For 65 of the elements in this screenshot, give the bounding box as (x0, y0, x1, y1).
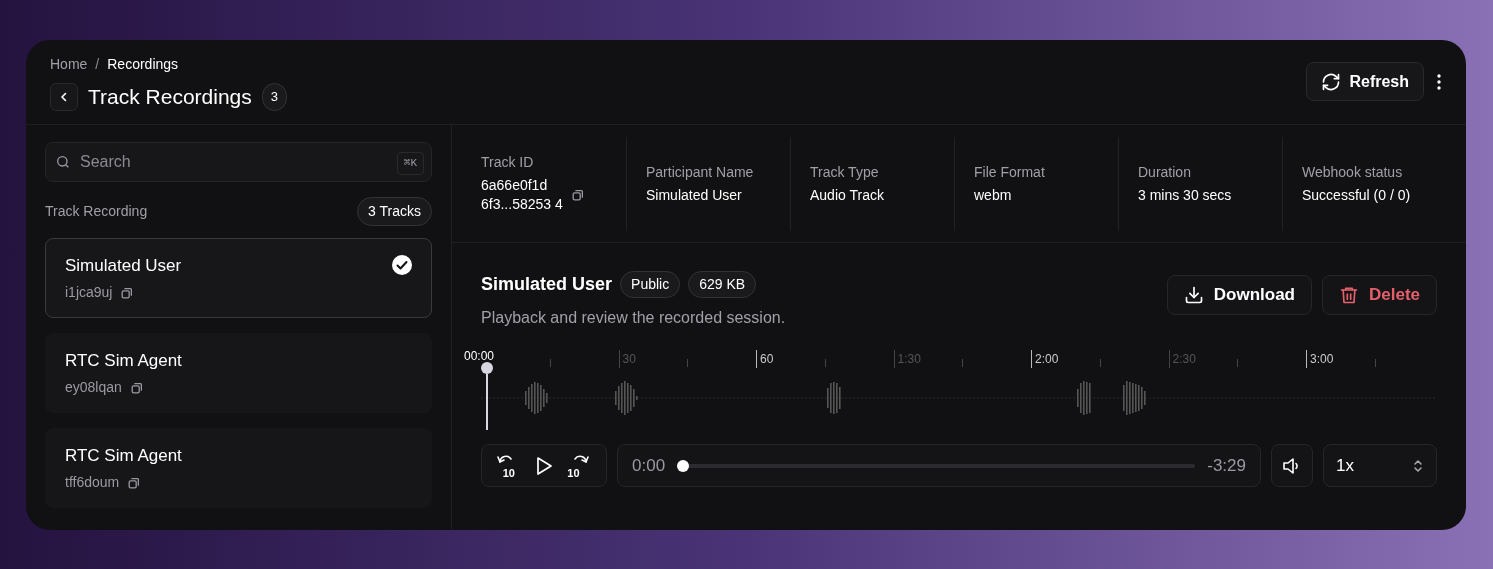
skip-back-button[interactable]: 10 (495, 452, 522, 479)
detail-label: Track ID (481, 153, 535, 172)
check-circle-icon (392, 255, 412, 275)
download-button[interactable]: Download (1166, 275, 1312, 315)
track-id: i1jca9uj (65, 283, 113, 303)
elapsed-time: 0:00 (632, 454, 666, 477)
time-tick-label: 3:00 (1310, 351, 1334, 368)
count-badge: 3 Tracks (357, 197, 432, 226)
download-icon (1183, 285, 1204, 305)
track-name: Simulated User (65, 254, 182, 277)
detail-label: File Format (974, 162, 1046, 182)
breadcrumb-separator: / (95, 55, 100, 74)
detail-label: Duration (1138, 162, 1192, 182)
detail-value: Audio Track (810, 185, 884, 205)
progress-slider[interactable] (677, 459, 1196, 472)
remaining-time: -3:29 (1207, 454, 1246, 477)
copy-icon[interactable] (127, 475, 142, 490)
volume-button[interactable] (1271, 444, 1313, 487)
track-id: tff6doum (65, 473, 120, 493)
track-name: RTC Sim Agent (65, 444, 182, 467)
time-tick-label: 2:30 (1172, 351, 1196, 368)
refresh-icon (1321, 71, 1342, 92)
detail-label: Track Type (810, 162, 880, 182)
page-title: Track Recordings (88, 84, 252, 110)
track-item[interactable]: Simulated User i1jca9uj (45, 238, 432, 318)
time-tick-label: 30 (622, 351, 636, 368)
recording-subtitle: Playback and review the recorded session. (481, 308, 786, 328)
detail-label: Participant Name (646, 162, 755, 182)
time-tick-label: 60 (760, 351, 774, 368)
play-icon (535, 455, 553, 476)
trash-icon (1338, 285, 1359, 305)
back-button[interactable] (50, 82, 78, 111)
info-badge: 629 KB (688, 271, 757, 298)
track-name: RTC Sim Agent (65, 349, 182, 372)
section-label: Track Recording (45, 202, 148, 221)
detail-value: Successful (0 / 0) (1302, 185, 1411, 205)
refresh-button[interactable]: Refresh (1306, 62, 1424, 101)
playhead[interactable] (481, 362, 493, 430)
time-tick-label: 2:00 (1035, 351, 1059, 368)
track-item[interactable]: RTC Sim Agent ey08lqan (45, 333, 432, 413)
copy-icon[interactable] (120, 285, 135, 300)
detail-value: webm (974, 185, 1012, 205)
track-id: ey08lqan (65, 378, 122, 398)
search-icon (55, 154, 71, 170)
detail-value: 6a66e0f1d 6f3...58253 4 (481, 176, 564, 214)
skip-forward-button[interactable]: 10 (566, 452, 593, 479)
detail-value: 3 mins 30 secs (1138, 185, 1232, 205)
copy-icon[interactable] (571, 188, 585, 202)
chevron-up-down-icon (1412, 457, 1424, 474)
detail-value: Simulated User (646, 185, 742, 205)
copy-icon[interactable] (129, 380, 144, 395)
time-tick-label: 1:30 (897, 351, 921, 368)
delete-button[interactable]: Delete (1321, 275, 1437, 315)
more-options-icon[interactable] (1436, 72, 1442, 91)
track-item[interactable]: RTC Sim Agent tff6doum (45, 428, 432, 508)
info-badge: Public (620, 271, 681, 298)
playhead-time: 00:00 (464, 348, 495, 365)
progress-thumb[interactable] (677, 459, 690, 472)
detail-label: Webhook status (1302, 162, 1404, 182)
recording-title: Simulated User (481, 273, 613, 296)
shortcut-hint: ⌘K (396, 152, 424, 175)
count-badge: 3 (261, 83, 287, 111)
breadcrumb-link[interactable]: Home (50, 54, 88, 75)
speed-select[interactable]: 1x (1323, 444, 1437, 487)
breadcrumb-link[interactable]: Recordings (107, 54, 179, 75)
